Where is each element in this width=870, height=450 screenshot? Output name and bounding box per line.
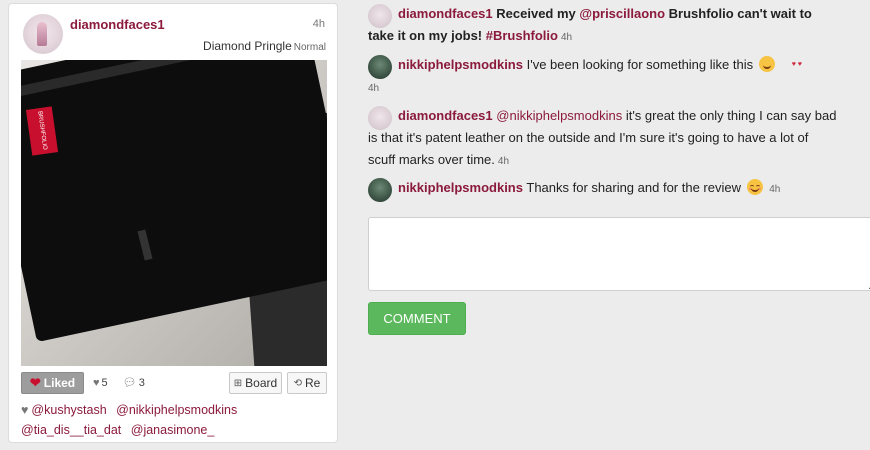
comment-author[interactable]: diamondfaces1 (398, 6, 493, 21)
board-name[interactable]: Diamond Pringle (203, 39, 292, 53)
comment-text: I've been looking for something like thi… (526, 57, 754, 72)
comment-author[interactable]: nikkiphelpsmodkins (398, 180, 523, 195)
speech-bubble-icon: 💬︎ (122, 377, 137, 389)
comment-time: 4h (497, 156, 510, 167)
repin-icon: ⟲ (293, 377, 303, 389)
comment-author[interactable]: nikkiphelpsmodkins (398, 57, 523, 72)
hashtag-link[interactable]: #Brushfolio (486, 28, 558, 43)
repin-button-label: Re (305, 376, 321, 390)
comment-author[interactable]: diamondfaces1 (398, 108, 493, 123)
mention-link[interactable]: @priscillaono (579, 6, 665, 21)
comment: nikkiphelpsmodkins Thanks for sharing an… (368, 177, 838, 201)
comment-text: Thanks for sharing and for the review (526, 180, 741, 195)
comment-time: 4h (368, 83, 380, 94)
liker-link[interactable]: @tia_dis__tia_dat (21, 423, 121, 437)
comment-input[interactable] (368, 217, 870, 291)
liked-label: Liked (43, 376, 76, 390)
repin-button[interactable]: ⟲ Re (287, 372, 327, 394)
pin-card: diamondfaces1 4h Diamond Pringle Normal B… (8, 3, 338, 443)
pin-timestamp: 4h (312, 18, 325, 30)
pin-author-name[interactable]: diamondfaces1 (70, 17, 165, 32)
heart-icon: ♥ (21, 403, 29, 417)
pin-counts: ♥ 5 💬︎ 3 (93, 376, 157, 389)
comment: diamondfaces1 Received my @priscillaono … (368, 3, 838, 49)
blush-emoji-icon (746, 179, 763, 195)
comment-text: Received my (496, 6, 580, 21)
board-button[interactable]: ⊞ Board (229, 372, 282, 394)
mention-link[interactable]: @nikkiphelpsmodkins (496, 108, 622, 123)
plus-box-icon: ⊞ (233, 377, 243, 389)
comment-time: 4h (769, 184, 781, 195)
comment-button[interactable]: COMMENT (368, 302, 466, 335)
liked-button[interactable]: ❤ Liked (21, 372, 84, 394)
liker-link[interactable]: @nikkiphelpsmodkins (116, 403, 237, 417)
avatar[interactable] (23, 14, 63, 54)
comment: nikkiphelpsmodkins I've been looking for… (368, 54, 838, 100)
pin-actions: ❤ Liked ♥ 5 💬︎ 3 ⊞ Board ⟲ Re (21, 372, 327, 394)
heart-icon: ♥ (93, 377, 100, 389)
comments-count: 3 (138, 377, 145, 389)
board-info: Diamond Pringle Normal (203, 39, 326, 53)
liker-link[interactable]: @kushystash (31, 403, 106, 417)
likers-list: ♥ @kushystash @nikkiphelpsmodkins @tia_di… (21, 400, 331, 440)
comment-time: 4h (560, 32, 573, 43)
board-button-label: Board (245, 376, 278, 390)
comment: diamondfaces1 @nikkiphelpsmodkins it's g… (368, 105, 838, 173)
liker-link[interactable]: @janasimone_ (131, 423, 215, 437)
likes-count: 5 (101, 377, 108, 389)
pin-photo[interactable]: BRUSHFOLIO (21, 60, 327, 366)
heart-icon: ❤ (29, 375, 41, 390)
board-type: Normal (293, 42, 326, 53)
heart-eyes-emoji-icon: ♥ ♥ (758, 56, 802, 72)
